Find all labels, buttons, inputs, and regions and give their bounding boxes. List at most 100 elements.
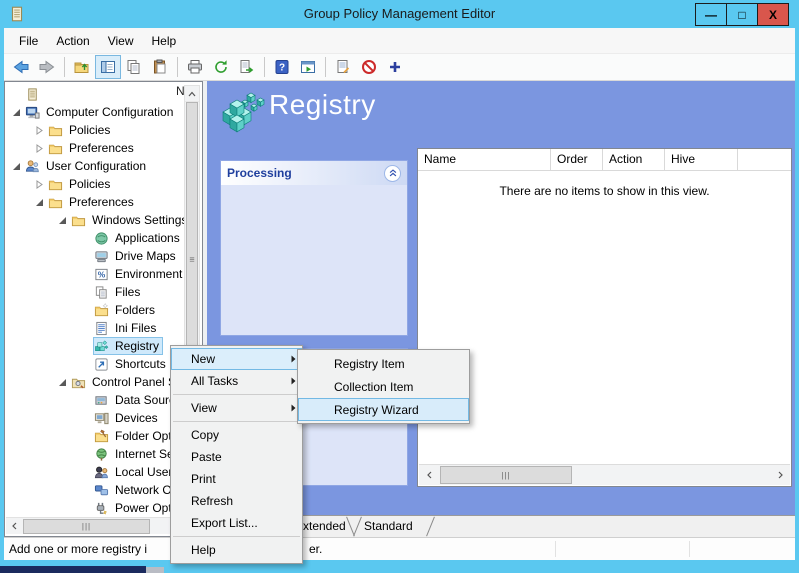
expander-open-icon[interactable] xyxy=(8,162,24,171)
tab-standard[interactable]: Standard xyxy=(364,519,413,533)
tree-item-control-panel-settings[interactable]: Control Panel Settings xyxy=(6,373,186,391)
expander-closed-icon[interactable] xyxy=(31,180,47,189)
menu-item-paste[interactable]: Paste xyxy=(171,446,302,468)
tree-hscrollbar-thumb[interactable]: ||| xyxy=(23,519,150,534)
tree-item-user-configuration[interactable]: User Configuration xyxy=(6,157,186,175)
tree-item-registry[interactable]: Registry xyxy=(6,337,186,355)
tree-item-drive-maps[interactable]: Drive Maps xyxy=(6,247,186,265)
tree-item-core: Devices xyxy=(93,409,162,427)
menu-item-new[interactable]: New xyxy=(171,348,302,370)
help-button[interactable]: ? xyxy=(269,55,295,79)
column-header-name[interactable]: Name xyxy=(418,149,551,170)
new-submenu: Registry ItemCollection ItemRegistry Wiz… xyxy=(297,349,470,424)
tree-item-power-options[interactable]: Power Options xyxy=(6,499,186,517)
menu-item-refresh[interactable]: Refresh xyxy=(171,490,302,512)
status-text: Add one or more registry i xyxy=(9,542,147,556)
menubar-item-file[interactable]: File xyxy=(10,30,47,52)
export-list-icon xyxy=(239,59,255,75)
scroll-up-icon[interactable] xyxy=(185,86,199,102)
tree-item-computer-configuration[interactable]: Computer Configuration xyxy=(6,103,186,121)
tree-item-data-sources[interactable]: Data Sources xyxy=(6,391,186,409)
tree-item-ini-files[interactable]: Ini Files xyxy=(6,319,186,337)
tree-item-preferences[interactable]: Preferences xyxy=(6,139,186,157)
tree-item-shortcuts[interactable]: Shortcuts xyxy=(6,355,186,373)
computer-icon xyxy=(25,105,43,120)
toolbar: ? xyxy=(4,54,795,81)
expander-open-icon[interactable] xyxy=(54,216,70,225)
tree-item-windows-settings[interactable]: Windows Settings xyxy=(6,211,186,229)
tree-item-item[interactable] xyxy=(6,85,186,103)
add-button[interactable] xyxy=(382,55,408,79)
paste-button[interactable] xyxy=(147,55,173,79)
preference-window-button[interactable] xyxy=(295,55,321,79)
tab-divider xyxy=(353,517,362,537)
tree-item-environment[interactable]: %Environment xyxy=(6,265,186,283)
submenu-item-registry-wizard[interactable]: Registry Wizard xyxy=(298,398,469,421)
expander-closed-icon[interactable] xyxy=(31,144,47,153)
menubar-item-action[interactable]: Action xyxy=(47,30,98,52)
tree-item-core: User Configuration xyxy=(24,157,150,175)
close-button[interactable]: X xyxy=(757,3,789,26)
tree-item-applications[interactable]: Applications xyxy=(6,229,186,247)
menu-item-label: Paste xyxy=(191,450,222,464)
copy-button[interactable] xyxy=(121,55,147,79)
collapse-chevron-icon[interactable] xyxy=(384,165,401,182)
tree-item-folders[interactable]: Folders xyxy=(6,301,186,319)
tree-item-devices[interactable]: Devices xyxy=(6,409,186,427)
print-button[interactable] xyxy=(182,55,208,79)
column-header-action[interactable]: Action xyxy=(603,149,665,170)
menu-item-help[interactable]: Help xyxy=(171,539,302,561)
list-hscrollbar-thumb[interactable]: ||| xyxy=(440,466,572,484)
tree-item-policies[interactable]: Policies xyxy=(6,121,186,139)
menubar-item-help[interactable]: Help xyxy=(143,30,186,52)
export-list-button[interactable] xyxy=(234,55,260,79)
folder-options-icon xyxy=(94,429,112,444)
print-icon xyxy=(187,59,203,75)
properties-button[interactable] xyxy=(330,55,356,79)
back-button[interactable] xyxy=(8,55,34,79)
forward-button[interactable] xyxy=(34,55,60,79)
expander-closed-icon[interactable] xyxy=(31,126,47,135)
tree-item-files[interactable]: Files xyxy=(6,283,186,301)
menu-item-all-tasks[interactable]: All Tasks xyxy=(171,370,302,392)
up-one-level-button[interactable] xyxy=(69,55,95,79)
column-header-order[interactable]: Order xyxy=(551,149,603,170)
show-console-tree-button[interactable] xyxy=(95,55,121,79)
menu-item-copy[interactable]: Copy xyxy=(171,424,302,446)
scroll-left-icon[interactable] xyxy=(419,465,439,484)
network-icon xyxy=(94,483,112,498)
stop-button[interactable] xyxy=(356,55,382,79)
expander-open-icon[interactable] xyxy=(54,378,70,387)
tree-item-core: Applications xyxy=(93,229,184,247)
tree-item-local-users-and-groups[interactable]: Local Users and Groups xyxy=(6,463,186,481)
maximize-button[interactable]: □ xyxy=(726,3,758,26)
drive-maps-icon xyxy=(94,249,112,264)
tree-item-policies[interactable]: Policies xyxy=(6,175,186,193)
tree-item-label: Drive Maps xyxy=(112,249,179,264)
expander-open-icon[interactable] xyxy=(31,198,47,207)
menu-item-export-list[interactable]: Export List... xyxy=(171,512,302,534)
submenu-item-registry-item[interactable]: Registry Item xyxy=(298,352,469,375)
list-horizontal-scrollbar[interactable]: ||| xyxy=(419,464,790,485)
tree-item-internet-settings[interactable]: Internet Settings xyxy=(6,445,186,463)
show-console-tree-icon xyxy=(100,59,116,75)
menu-item-label: New xyxy=(191,352,215,366)
add-icon xyxy=(387,59,403,75)
column-header-hive[interactable]: Hive xyxy=(665,149,738,170)
submenu-item-collection-item[interactable]: Collection Item xyxy=(298,375,469,398)
tree-item-preferences[interactable]: Preferences xyxy=(6,193,186,211)
refresh-button[interactable] xyxy=(208,55,234,79)
minimize-button[interactable]: — xyxy=(695,3,727,26)
menubar-item-view[interactable]: View xyxy=(99,30,143,52)
scroll-right-icon[interactable] xyxy=(770,465,790,484)
expander-open-icon[interactable] xyxy=(8,108,24,117)
menu-item-print[interactable]: Print xyxy=(171,468,302,490)
scroll-left-icon[interactable] xyxy=(6,518,22,534)
folder-icon xyxy=(48,123,66,138)
tree-item-core: Ini Files xyxy=(93,319,160,337)
svg-text:%: % xyxy=(98,269,106,279)
properties-icon xyxy=(335,59,351,75)
tree-item-folder-options[interactable]: Folder Options xyxy=(6,427,186,445)
tree-item-network-options[interactable]: Network Options xyxy=(6,481,186,499)
menu-item-view[interactable]: View xyxy=(171,397,302,419)
